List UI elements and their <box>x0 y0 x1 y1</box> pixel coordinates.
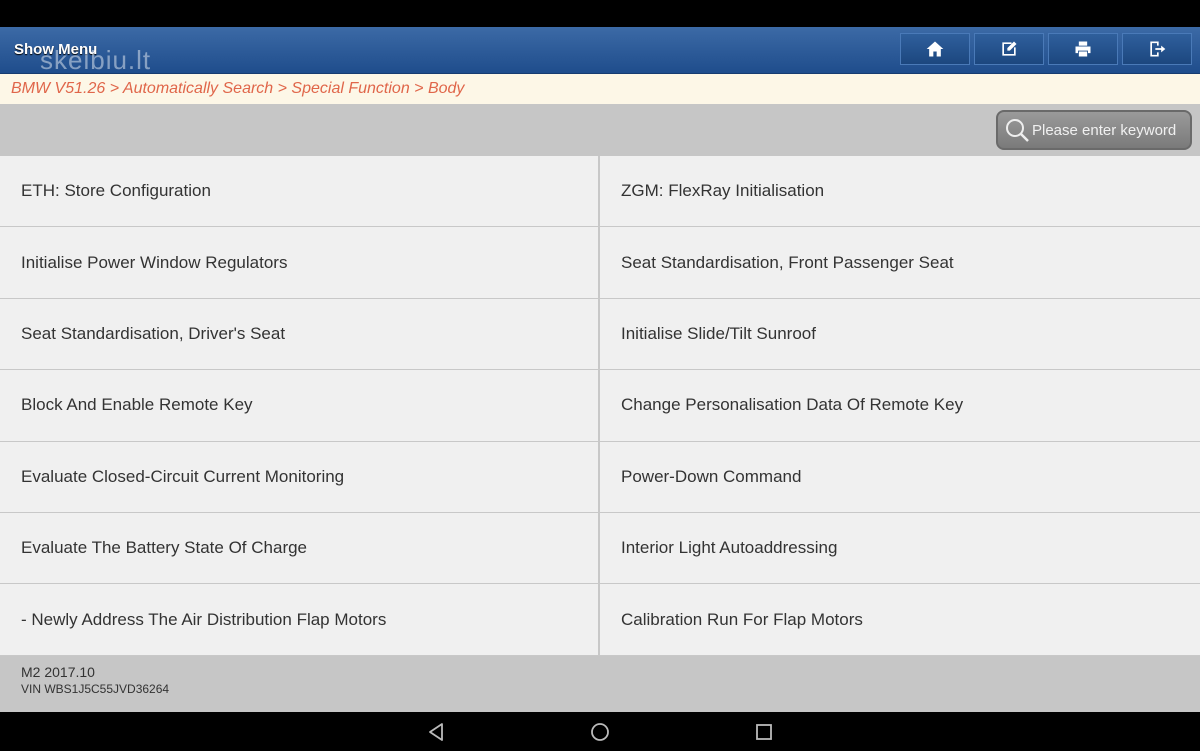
function-item[interactable]: ZGM: FlexRay Initialisation <box>600 156 1200 228</box>
vehicle-vin: VIN WBS1J5C55JVD36264 <box>21 682 170 696</box>
toolbar <box>900 33 1200 67</box>
search-box[interactable] <box>996 110 1192 150</box>
search-icon <box>1006 119 1029 142</box>
edit-button[interactable] <box>974 33 1044 65</box>
square-recents-icon <box>756 723 772 740</box>
show-menu-button[interactable]: Show Menu <box>14 41 97 58</box>
search-input[interactable] <box>1032 121 1192 139</box>
exit-button[interactable] <box>1122 33 1192 65</box>
home-nav-button[interactable] <box>582 714 618 750</box>
exit-icon <box>1150 41 1166 57</box>
function-item[interactable]: Initialise Power Window Regulators <box>0 227 600 299</box>
circle-home-icon <box>591 722 609 741</box>
edit-icon <box>1002 41 1017 56</box>
search-area <box>0 104 1200 156</box>
function-item[interactable]: Evaluate Closed-Circuit Current Monitori… <box>0 441 600 513</box>
back-icon <box>429 722 443 741</box>
back-button[interactable] <box>418 714 454 750</box>
function-item[interactable]: Calibration Run For Flap Motors <box>600 584 1200 656</box>
function-item[interactable]: ETH: Store Configuration <box>0 156 600 228</box>
function-item[interactable]: Power-Down Command <box>600 441 1200 513</box>
function-list: ETH: Store Configuration ZGM: FlexRay In… <box>0 156 1200 656</box>
recents-button[interactable] <box>746 714 782 750</box>
function-item[interactable]: Seat Standardisation, Front Passenger Se… <box>600 227 1200 299</box>
function-item[interactable]: Change Personalisation Data Of Remote Ke… <box>600 370 1200 442</box>
app-header: Show Menu skelbiu.lt <box>0 27 1200 75</box>
status-bar <box>0 0 1200 27</box>
android-nav-bar <box>0 712 1200 751</box>
function-item[interactable]: Seat Standardisation, Driver's Seat <box>0 298 600 371</box>
function-item[interactable]: - Newly Address The Air Distribution Fla… <box>0 584 600 656</box>
home-button[interactable] <box>900 33 970 65</box>
function-item[interactable]: Interior Light Autoaddressing <box>600 512 1200 585</box>
function-item[interactable]: Block And Enable Remote Key <box>0 370 600 442</box>
print-button[interactable] <box>1048 33 1118 65</box>
vehicle-info-footer: M2 2017.10 VIN WBS1J5C55JVD36264 <box>0 656 1200 712</box>
breadcrumb: BMW V51.26 > Automatically Search > Spec… <box>0 74 1200 104</box>
function-item[interactable]: Evaluate The Battery State Of Charge <box>0 512 600 585</box>
home-icon <box>926 41 944 57</box>
vehicle-model: M2 2017.10 <box>21 664 95 680</box>
print-icon <box>1075 41 1091 57</box>
function-item[interactable]: Initialise Slide/Tilt Sunroof <box>600 298 1200 371</box>
